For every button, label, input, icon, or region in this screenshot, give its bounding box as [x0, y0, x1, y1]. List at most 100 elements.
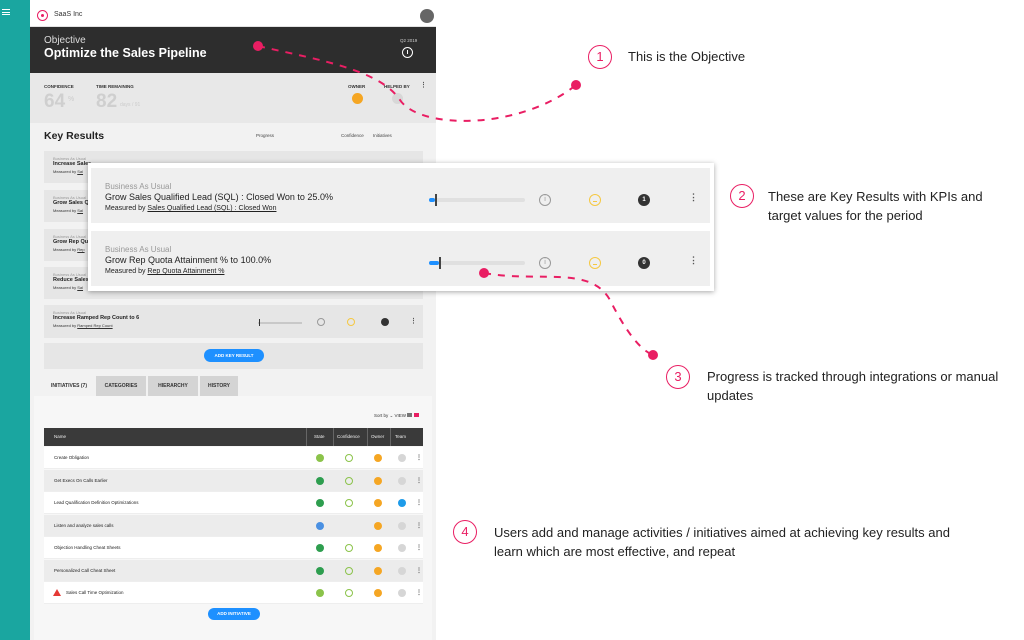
key-result-link[interactable]: Sales Qualified Lead (SQL) : Closed Won	[147, 205, 276, 212]
clock-icon[interactable]	[402, 47, 413, 58]
progress-marker[interactable]	[259, 319, 260, 326]
info-icon[interactable]: i	[539, 194, 551, 206]
team-avatar[interactable]	[398, 544, 406, 552]
row-menu-icon[interactable]: ⋮	[416, 522, 422, 529]
info-icon[interactable]: i	[539, 257, 551, 269]
column-state[interactable]: State	[314, 428, 325, 446]
add-key-result-button[interactable]: ADD KEY RESULT	[204, 349, 264, 362]
zoom-key-result-row[interactable]: Business As Usual Grow Sales Qualified L…	[91, 168, 710, 223]
row-menu-icon[interactable]: ⋮	[416, 589, 422, 596]
add-initiative-button[interactable]: ADD INITIATIVE	[208, 608, 260, 620]
state-icon[interactable]	[316, 454, 324, 462]
state-icon[interactable]	[316, 499, 324, 507]
column-confidence[interactable]: Confidence	[337, 428, 360, 446]
progress-marker[interactable]	[434, 194, 437, 206]
sort-control[interactable]: Sort by ⌄ VIEW	[374, 413, 419, 419]
state-icon[interactable]	[316, 566, 324, 575]
confidence-face-icon[interactable]	[345, 566, 353, 575]
key-result-measure: Measured by Sales Qualified Lead (SQL) :…	[105, 205, 277, 212]
row-menu-icon[interactable]: ⋮	[416, 477, 422, 484]
table-row[interactable]: Listen and analyze sales calls ⋮	[44, 514, 423, 537]
owner-avatar[interactable]	[374, 454, 382, 462]
key-result-link[interactable]: Sal	[77, 208, 83, 213]
key-result-link[interactable]: Ramped Rep Count	[77, 323, 112, 328]
progress-track[interactable]	[429, 257, 525, 269]
state-icon[interactable]	[316, 521, 324, 530]
key-result-link[interactable]: Rep	[77, 247, 84, 252]
confidence-face-icon[interactable]	[347, 318, 355, 326]
row-menu-icon[interactable]: ⋮	[689, 255, 698, 266]
column-owner[interactable]: Owner	[371, 428, 384, 446]
confidence-face-icon[interactable]	[345, 589, 353, 597]
state-icon[interactable]	[316, 589, 324, 597]
table-row[interactable]: Get Execs On Calls Earlier ⋮	[44, 469, 423, 492]
row-menu-icon[interactable]: ⋮	[410, 318, 417, 325]
table-row[interactable]: Lead Qualification Definition Optimizati…	[44, 492, 423, 514]
tab-history[interactable]: HISTORY	[200, 376, 238, 396]
key-result-measure: Measured by Ramped Rep Count	[53, 323, 113, 328]
owner-avatar[interactable]	[374, 499, 382, 507]
confidence-face-icon[interactable]	[345, 499, 353, 507]
team-avatar[interactable]	[398, 566, 406, 575]
progress-track[interactable]	[429, 194, 525, 206]
confidence-face-icon[interactable]	[345, 454, 353, 462]
state-icon[interactable]	[316, 476, 324, 485]
column-divider	[306, 428, 307, 446]
row-menu-icon[interactable]: ⋮	[416, 499, 422, 506]
state-icon[interactable]	[316, 544, 324, 552]
initiative-name: Listen and analyze sales calls	[54, 522, 114, 528]
row-menu-icon[interactable]: ⋮	[416, 544, 422, 551]
company-name: SaaS Inc	[54, 11, 83, 18]
confidence-face-icon[interactable]	[589, 257, 601, 269]
table-row[interactable]: Sales Call Time Optimization ⋮	[44, 582, 423, 604]
user-avatar[interactable]	[420, 9, 434, 23]
initiative-name: Create Obligation	[54, 455, 90, 460]
confidence-face-icon[interactable]	[589, 194, 601, 206]
row-menu-icon[interactable]: ⋮	[416, 567, 422, 574]
column-name[interactable]: Name	[54, 428, 66, 446]
key-result-row[interactable]: Business As Usual Increase Ramped Rep Co…	[44, 305, 423, 338]
confidence-face-icon[interactable]	[345, 476, 353, 485]
table-row[interactable]: Objection Handling Cheat Sheets ⋮	[44, 537, 423, 559]
owner-avatar[interactable]	[374, 544, 382, 552]
column-team[interactable]: Team	[395, 428, 406, 446]
key-results-heading: Key Results	[44, 130, 105, 142]
owner-avatar[interactable]	[374, 589, 382, 597]
owner-avatar[interactable]	[374, 521, 382, 530]
team-avatar[interactable]	[398, 521, 406, 530]
table-row[interactable]: Personalized Call Cheat Sheet ⋮	[44, 559, 423, 582]
initiatives-table-body: Create Obligation ⋮ Get Execs On Calls Ear…	[34, 447, 432, 604]
row-menu-icon[interactable]: ⋮	[689, 192, 698, 203]
zoom-key-result-row[interactable]: Business As Usual Grow Rep Quota Attainm…	[91, 231, 710, 286]
owner-avatar[interactable]	[374, 566, 382, 575]
tab-initiatives[interactable]: INITIATIVES (7)	[44, 376, 94, 396]
owner-avatar[interactable]	[352, 93, 363, 104]
confidence-face-icon[interactable]	[345, 544, 353, 552]
key-result-link[interactable]: Sal	[77, 169, 83, 174]
row-menu-icon[interactable]: ⋮	[416, 454, 422, 461]
key-result-measure: Measured by Sal	[53, 285, 84, 290]
tab-categories[interactable]: CATEGORIES	[96, 376, 146, 396]
key-result-link[interactable]: Rep Quota Attainment %	[147, 268, 224, 275]
key-result-measure: Measured by Sal	[53, 208, 84, 213]
confidence-value: 64	[44, 91, 66, 112]
key-result-link[interactable]: Sal	[77, 285, 83, 290]
progress-track[interactable]	[258, 322, 302, 324]
more-options-icon[interactable]: ⋮	[420, 82, 427, 89]
team-avatar[interactable]	[398, 499, 406, 507]
hamburger-menu-icon[interactable]	[2, 9, 10, 15]
team-avatar[interactable]	[398, 476, 406, 485]
helper-avatar[interactable]	[392, 93, 403, 104]
key-result-title: Grow Sales Qualified Lead (SQL) : Closed…	[105, 192, 333, 202]
table-row[interactable]: Create Obligation ⋮	[44, 447, 423, 469]
info-icon[interactable]	[317, 318, 325, 326]
confidence-label: CONFIDENCE	[44, 84, 74, 89]
key-results-zoom-callout: Business As Usual Grow Sales Qualified L…	[88, 163, 714, 291]
owner-avatar[interactable]	[374, 476, 382, 485]
progress-marker[interactable]	[438, 257, 441, 269]
initiative-name: Personalized Call Cheat Sheet	[54, 567, 116, 573]
key-result-measure: Measured by Sal	[53, 169, 84, 174]
tab-hierarchy[interactable]: HIERARCHY	[148, 376, 198, 396]
team-avatar[interactable]	[398, 589, 406, 597]
team-avatar[interactable]	[398, 454, 406, 462]
